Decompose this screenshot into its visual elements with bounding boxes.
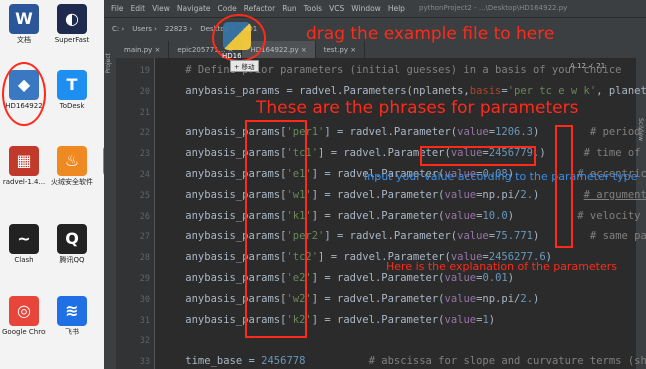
line-number: 23 xyxy=(139,149,150,160)
drag-hint-text: drag the example file to here xyxy=(306,24,555,44)
code-line[interactable]: anybasis_params['k1'] = radvel.Parameter… xyxy=(160,210,646,222)
menu-item-navigate[interactable]: Navigate xyxy=(177,4,211,13)
menu-item-edit[interactable]: Edit xyxy=(131,4,146,13)
window-title: pythonProject2 - ...\Desktop\HD164922.py xyxy=(419,4,568,12)
menu-item-code[interactable]: Code xyxy=(218,4,237,13)
desktop-icon-label: ToDesk xyxy=(59,102,85,110)
breadcrumb-item[interactable]: Users › xyxy=(132,25,157,33)
desktop-icon-label: Clash xyxy=(14,256,34,264)
line-number: 26 xyxy=(139,211,150,222)
gutter-divider xyxy=(154,58,155,369)
code-line[interactable]: anybasis_params = radvel.Parameters(npla… xyxy=(160,85,646,97)
line-number: 30 xyxy=(139,294,150,305)
desktop-icon[interactable]: Q 腾讯QQ xyxy=(50,224,94,265)
desktop-icon[interactable]: ~ Clash xyxy=(2,224,46,265)
menu-item-view[interactable]: View xyxy=(152,4,170,13)
line-number: 33 xyxy=(139,357,150,368)
desktop-icon-image: ♨ xyxy=(57,146,87,176)
line-number: 21 xyxy=(139,107,150,118)
line-number: 22 xyxy=(139,128,150,139)
line-number: 29 xyxy=(139,274,150,284)
menu-item-help[interactable]: Help xyxy=(388,4,405,13)
breadcrumb-item[interactable]: C: › xyxy=(112,25,124,33)
desktop-icon-image: ◐ xyxy=(57,4,87,34)
desktop-icon-image: Q xyxy=(57,224,87,254)
explanation-comment-box xyxy=(555,125,573,248)
code-line[interactable]: anybasis_params['w2'] = radvel.Parameter… xyxy=(160,293,539,305)
code-line[interactable]: anybasis_params['k2'] = radvel.Parameter… xyxy=(160,314,495,326)
project-tool-strip[interactable]: Project xyxy=(104,39,116,369)
desktop-icon[interactable]: ≋ 飞书 xyxy=(50,296,94,337)
desktop-icon[interactable]: ◎ Google Chrome xyxy=(2,296,46,337)
menu-bar: File Edit View Navigate Code Refactor Run Tools… xyxy=(104,0,646,17)
project-tool-label[interactable]: Project xyxy=(105,53,112,74)
phrases-hint-text: These are the phrases for parameters xyxy=(256,98,579,118)
screenshot-stage: W 文档 ◐ SuperFast ◆ HD164922 T ToDesk ▦ radvel-1.4… xyxy=(0,0,646,369)
editor-tab[interactable]: main.py × xyxy=(116,41,170,58)
code-line[interactable]: anybasis_params['w1'] = radvel.Parameter… xyxy=(160,189,646,201)
line-number: 24 xyxy=(139,170,150,180)
desktop-icon-label: SuperFast xyxy=(54,36,90,44)
line-number: 31 xyxy=(139,315,150,326)
menu-item-refactor[interactable]: Refactor xyxy=(244,4,275,13)
desktop-icon[interactable]: ▦ radvel-1.4... xyxy=(2,146,46,187)
value-input-box xyxy=(420,146,536,166)
desktop-icon-image: ≋ xyxy=(57,296,87,326)
desktop-icon-label: 腾讯QQ xyxy=(59,256,85,264)
desktop-icon-label: 火绒安全软件 xyxy=(51,178,93,186)
desktop-file-highlight-circle xyxy=(2,62,46,126)
desktop-icon-label: radvel-1.4... xyxy=(2,178,46,186)
dragged-file-icon[interactable] xyxy=(223,22,251,50)
menu-item-window[interactable]: Window xyxy=(351,4,381,13)
desktop-area: W 文档 ◐ SuperFast ◆ HD164922 T ToDesk ▦ radvel-1.4… xyxy=(0,0,133,369)
desktop-icon[interactable]: ♨ 火绒安全软件 xyxy=(50,146,94,187)
menu-item-vcs[interactable]: VCS xyxy=(329,4,344,13)
desktop-icon[interactable]: W 文档 xyxy=(2,4,46,45)
menu-item-tools[interactable]: Tools xyxy=(304,4,322,13)
explanation-hint-text: Here is the explanation of the parameter… xyxy=(386,260,618,273)
line-number: 28 xyxy=(139,253,150,264)
desktop-icon[interactable]: T ToDesk xyxy=(50,70,94,111)
drag-file-label: HD16 xyxy=(222,52,242,60)
desktop-icon-label: 文档 xyxy=(17,36,31,44)
code-line[interactable]: anybasis_params['per2'] = radvel.Paramet… xyxy=(160,230,646,242)
code-line[interactable]: time_base = 2456778 # abscissa for slope… xyxy=(160,355,646,367)
code-line[interactable]: anybasis_params['tc1'] = radvel.Paramete… xyxy=(160,147,646,159)
desktop-icon-image: W xyxy=(9,4,39,34)
line-number: 27 xyxy=(139,232,150,243)
menu-item-file[interactable]: File xyxy=(111,4,124,13)
desktop-icon-label: 飞书 xyxy=(65,328,79,336)
drag-tooltip: + 移动 xyxy=(230,60,259,72)
parameter-phrases-box xyxy=(245,120,307,338)
menu-item-run[interactable]: Run xyxy=(282,4,296,13)
desktop-icon-image: T xyxy=(57,70,87,100)
line-number: 25 xyxy=(139,190,150,201)
desktop-icon-label: Google Chrome xyxy=(2,328,46,336)
line-number: 19 xyxy=(139,66,150,76)
desktop-icon-image: ~ xyxy=(9,224,39,254)
code-line[interactable]: anybasis_params['e2'] = radvel.Parameter… xyxy=(160,272,514,284)
line-number: 32 xyxy=(139,336,150,347)
desktop-icon[interactable]: ◐ SuperFast xyxy=(50,4,94,45)
value-hint-text: Input your value according to the parame… xyxy=(364,170,638,183)
desktop-icon-image: ◎ xyxy=(9,296,39,326)
breadcrumb-item[interactable]: 22823 › xyxy=(165,25,192,33)
line-number: 20 xyxy=(139,86,150,97)
code-line[interactable]: anybasis_params['per1'] = radvel.Paramet… xyxy=(160,126,646,138)
desktop-icon-image: ▦ xyxy=(9,146,39,176)
